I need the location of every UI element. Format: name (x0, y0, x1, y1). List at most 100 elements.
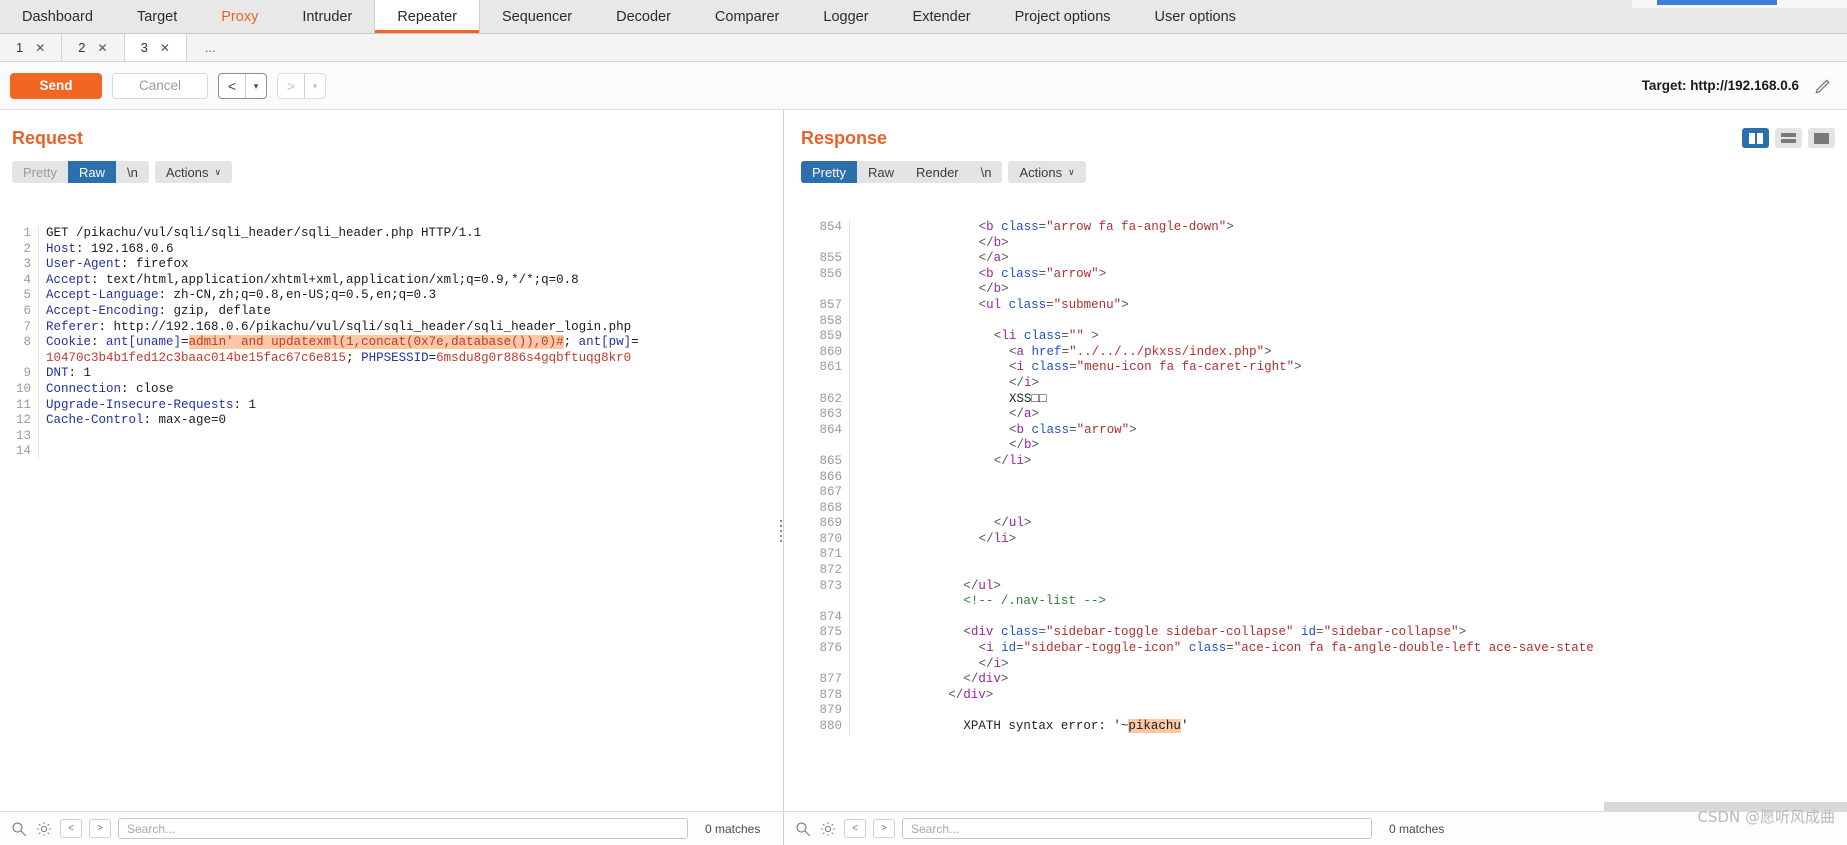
code-line: 873 </ul> (789, 578, 1847, 595)
response-view-pretty[interactable]: Pretty (801, 161, 857, 183)
layout-toggle-single-pane[interactable] (1808, 128, 1835, 148)
code-token: : max-age=0 (143, 413, 227, 428)
code-token: > (1098, 266, 1107, 281)
repeater-tab-overflow[interactable]: ... (186, 34, 234, 61)
code-token: : 192.168.0.6 (76, 241, 174, 256)
line-number: 5 (23, 288, 31, 303)
request-view-pretty[interactable]: Pretty (12, 161, 68, 183)
code-line: 9 DNT: 1 (0, 366, 783, 382)
request-view-nn[interactable]: \n (116, 161, 149, 183)
search-prev-button[interactable]: < (60, 819, 82, 838)
code-token: 10470c3b4b1fed12c3baac014be15fac67c6e815 (46, 350, 347, 365)
forward-button[interactable]: > ▾ (277, 72, 326, 99)
request-actions-button[interactable]: Actions ∨ (154, 161, 233, 183)
search-prev-button[interactable]: < (844, 819, 866, 838)
code-token: "sidebar-toggle-icon" (1023, 641, 1182, 656)
code-token: > (1001, 251, 1009, 266)
request-search-input[interactable]: Search... (118, 818, 688, 839)
response-search-input[interactable]: Search... (902, 818, 1372, 839)
main-tab-user-options[interactable]: User options (1132, 0, 1258, 33)
cancel-button[interactable]: Cancel (112, 72, 208, 99)
search-scope-icon[interactable] (794, 820, 812, 838)
code-token: </ (993, 516, 1009, 531)
request-editor[interactable]: 1 GET /pikachu/vul/sqli/sqli_header/sqli_… (0, 226, 783, 823)
code-text: </b> (849, 235, 1847, 252)
code-line: 854 <b class="arrow fa fa-angle-down"> (789, 220, 1847, 236)
main-tab-sequencer[interactable]: Sequencer (479, 0, 595, 33)
code-token: b (993, 235, 1002, 250)
code-token: li (993, 531, 1009, 546)
main-tab-comparer[interactable]: Comparer (692, 0, 802, 33)
repeater-tab-bar: 1 ✕ 2 ✕ 3 ✕... (0, 34, 1847, 62)
code-line: 12 Cache-Control: max-age=0 (0, 413, 783, 429)
code-token: Host (46, 241, 77, 256)
code-text (849, 313, 1847, 330)
code-text: 10470c3b4b1fed12c3baac014be15fac67c6e815… (38, 350, 783, 367)
response-editor[interactable]: 854 <b class="arrow fa fa-angle-down"> </b… (789, 220, 1847, 823)
code-line: </b> (789, 235, 1847, 252)
code-token: </ (978, 235, 994, 250)
code-token: > (1031, 407, 1040, 422)
repeater-tab-1[interactable]: 1 ✕ (0, 34, 63, 61)
response-view-render[interactable]: Render (905, 161, 970, 183)
settings-gear-icon[interactable] (35, 820, 53, 838)
search-scope-icon[interactable] (10, 820, 28, 838)
line-number: 858 (819, 313, 842, 328)
close-icon[interactable]: ✕ (98, 41, 108, 55)
code-text (849, 609, 1847, 626)
code-text: DNT: 1 (38, 366, 783, 382)
code-text: Upgrade-Insecure-Requests: 1 (38, 397, 783, 414)
code-token: < (1009, 422, 1017, 437)
main-tab-logger[interactable]: Logger (801, 0, 891, 33)
line-number: 9 (23, 366, 31, 381)
response-view-nn[interactable]: \n (970, 161, 1003, 183)
layout-toggle-split-horizontal[interactable] (1775, 128, 1802, 148)
main-tab-project-options[interactable]: Project options (992, 0, 1133, 33)
main-tab-proxy[interactable]: Proxy (199, 0, 281, 33)
response-view-raw[interactable]: Raw (857, 161, 905, 183)
main-tab-decoder[interactable]: Decoder (594, 0, 693, 33)
send-button[interactable]: Send (10, 72, 102, 99)
pencil-icon[interactable] (1814, 76, 1833, 100)
code-token: > (1001, 656, 1009, 671)
code-token: i (1016, 360, 1025, 375)
back-button[interactable]: < ▾ (218, 72, 267, 99)
code-token: b (993, 282, 1002, 297)
main-tab-dashboard[interactable]: Dashboard (0, 0, 115, 33)
code-token: li (1001, 329, 1017, 344)
search-next-button[interactable]: > (873, 819, 895, 838)
main-tab-repeater[interactable]: Repeater (374, 0, 480, 33)
code-line: 860 <a href="../../../pkxss/index.php"> (789, 344, 1847, 361)
code-token: : http://192.168.0.6/pikachu/vul/sqli/sq… (98, 319, 632, 334)
main-tab-target[interactable]: Target (114, 0, 200, 33)
close-icon[interactable]: ✕ (160, 41, 170, 55)
line-number (0, 351, 38, 367)
request-view-raw[interactable]: Raw (67, 161, 116, 183)
code-text: Cache-Control: max-age=0 (38, 413, 783, 429)
code-line: 6 Accept-Encoding: gzip, deflate (0, 303, 783, 320)
code-token: Upgrade-Insecure-Requests (46, 397, 234, 412)
chevron-down-icon[interactable]: ▾ (246, 74, 266, 98)
code-token: "submenu" (1053, 297, 1122, 312)
code-text: User-Agent: firefox (38, 257, 783, 273)
chevron-down-icon[interactable]: ▾ (305, 74, 325, 98)
close-icon[interactable]: ✕ (35, 41, 45, 55)
line-number (789, 236, 849, 252)
code-line: 878 </div> (789, 687, 1847, 704)
code-line: 857 <ul class="submenu"> (789, 297, 1847, 314)
main-tab-extender[interactable]: Extender (890, 0, 993, 33)
code-token: : text/html,application/xhtml+xml,applic… (91, 272, 579, 287)
repeater-tab-2[interactable]: 2 ✕ (62, 34, 125, 61)
response-actions-button[interactable]: Actions ∨ (1008, 161, 1086, 183)
main-tab-intruder[interactable]: Intruder (280, 0, 375, 33)
line-number: 872 (819, 563, 842, 578)
line-number: 855 (819, 251, 842, 266)
search-next-button[interactable]: > (89, 819, 111, 838)
settings-gear-icon[interactable] (819, 820, 837, 838)
layout-toggle-split-vertical[interactable] (1742, 128, 1769, 148)
code-token: DNT (46, 366, 69, 381)
repeater-tab-3[interactable]: 3 ✕ (124, 34, 187, 61)
